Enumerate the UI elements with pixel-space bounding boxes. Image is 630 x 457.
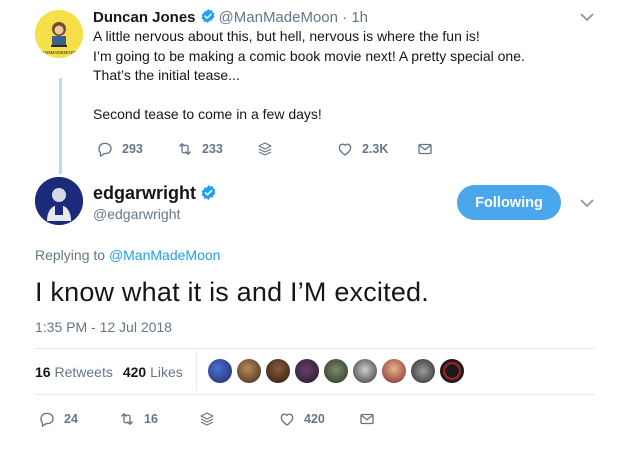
liker-avatar[interactable] (265, 358, 291, 384)
parent-author-name[interactable]: Duncan Jones (93, 9, 196, 26)
retweets-stat[interactable]: 16 Retweets (35, 364, 113, 380)
main-avatar[interactable] (35, 177, 83, 225)
retweet-button[interactable]: 233 (176, 140, 223, 158)
parent-time-separator: · (337, 9, 352, 26)
retweets-stat-label: Retweets (54, 364, 113, 380)
replying-prefix: Replying to (35, 247, 109, 263)
chevron-down-icon[interactable] (580, 198, 594, 208)
likes-stat[interactable]: 420 Likes (123, 364, 183, 380)
liker-avatar[interactable] (439, 358, 465, 384)
main-author-name-text: edgarwright (93, 183, 197, 203)
like-button[interactable]: 420 (278, 410, 325, 428)
envelope-icon (360, 413, 374, 425)
tweet-timestamp[interactable]: 1:35 PM - 12 Jul 2018 (35, 319, 172, 335)
retweet-count: 16 (144, 412, 158, 426)
parent-header: Duncan Jones @ManMadeMoon · 1h (93, 8, 368, 27)
retweets-stat-count: 16 (35, 364, 51, 380)
liker-avatar[interactable] (294, 358, 320, 384)
replying-handle-link[interactable]: @ManMadeMoon (109, 247, 221, 263)
liker-avatar[interactable] (381, 358, 407, 384)
thread-connector-line (59, 78, 62, 174)
liker-avatar[interactable] (207, 358, 233, 384)
main-tweet-text: I know what it is and I’M excited. (35, 277, 429, 307)
liker-avatar[interactable] (236, 358, 262, 384)
liker-avatar[interactable] (352, 358, 378, 384)
retweet-button[interactable]: 16 (118, 410, 158, 428)
avatar-logo-text: MANMADEMOON (41, 50, 78, 55)
retweet-count: 233 (202, 142, 223, 156)
reply-icon (40, 412, 54, 427)
direct-message-button[interactable] (416, 140, 442, 158)
main-author-name[interactable]: edgarwright (93, 182, 220, 204)
stack-icon (200, 412, 214, 426)
verified-badge-icon (201, 9, 214, 23)
liker-avatar[interactable] (410, 358, 436, 384)
parent-handle[interactable]: @ManMadeMoon (219, 9, 338, 26)
main-actions: 24 16 420 (38, 410, 398, 430)
heart-icon (280, 413, 294, 426)
parent-avatar[interactable]: MANMADEMOON (35, 10, 83, 58)
envelope-icon (418, 143, 432, 155)
heart-icon (338, 143, 352, 156)
likes-stat-label: Likes (150, 364, 183, 380)
main-handle[interactable]: @edgarwright (93, 206, 180, 222)
chevron-down-icon[interactable] (580, 12, 594, 22)
parent-time[interactable]: 1h (351, 9, 368, 26)
reply-icon (98, 142, 112, 157)
divider (35, 394, 595, 395)
engagement-stats: 16 Retweets 420 Likes (35, 364, 183, 380)
liker-avatar[interactable] (323, 358, 349, 384)
verified-badge-icon (201, 185, 216, 200)
stack-button[interactable] (198, 410, 224, 428)
like-count: 2.3K (362, 142, 389, 156)
stack-icon (258, 142, 272, 156)
replying-to: Replying to @ManMadeMoon (35, 247, 220, 263)
parent-tweet-text: A little nervous about this, but hell, n… (93, 28, 525, 122)
duncan-avatar-illustration: MANMADEMOON (35, 10, 83, 58)
retweet-icon (121, 413, 133, 425)
like-button[interactable]: 2.3K (336, 140, 388, 158)
reply-button[interactable]: 24 (38, 410, 78, 428)
following-button[interactable]: Following (457, 185, 561, 220)
reply-count: 293 (122, 142, 143, 156)
edgar-avatar-illustration (35, 177, 83, 225)
direct-message-button[interactable] (358, 410, 384, 428)
retweet-icon (179, 143, 191, 155)
likes-stat-count: 420 (122, 364, 147, 380)
stats-separator (196, 350, 197, 390)
reply-count: 24 (64, 412, 78, 426)
stack-button[interactable] (256, 140, 282, 158)
divider (35, 348, 595, 349)
like-count: 420 (304, 412, 325, 426)
parent-actions: 293 233 2.3K (96, 140, 456, 160)
reply-button[interactable]: 293 (96, 140, 143, 158)
